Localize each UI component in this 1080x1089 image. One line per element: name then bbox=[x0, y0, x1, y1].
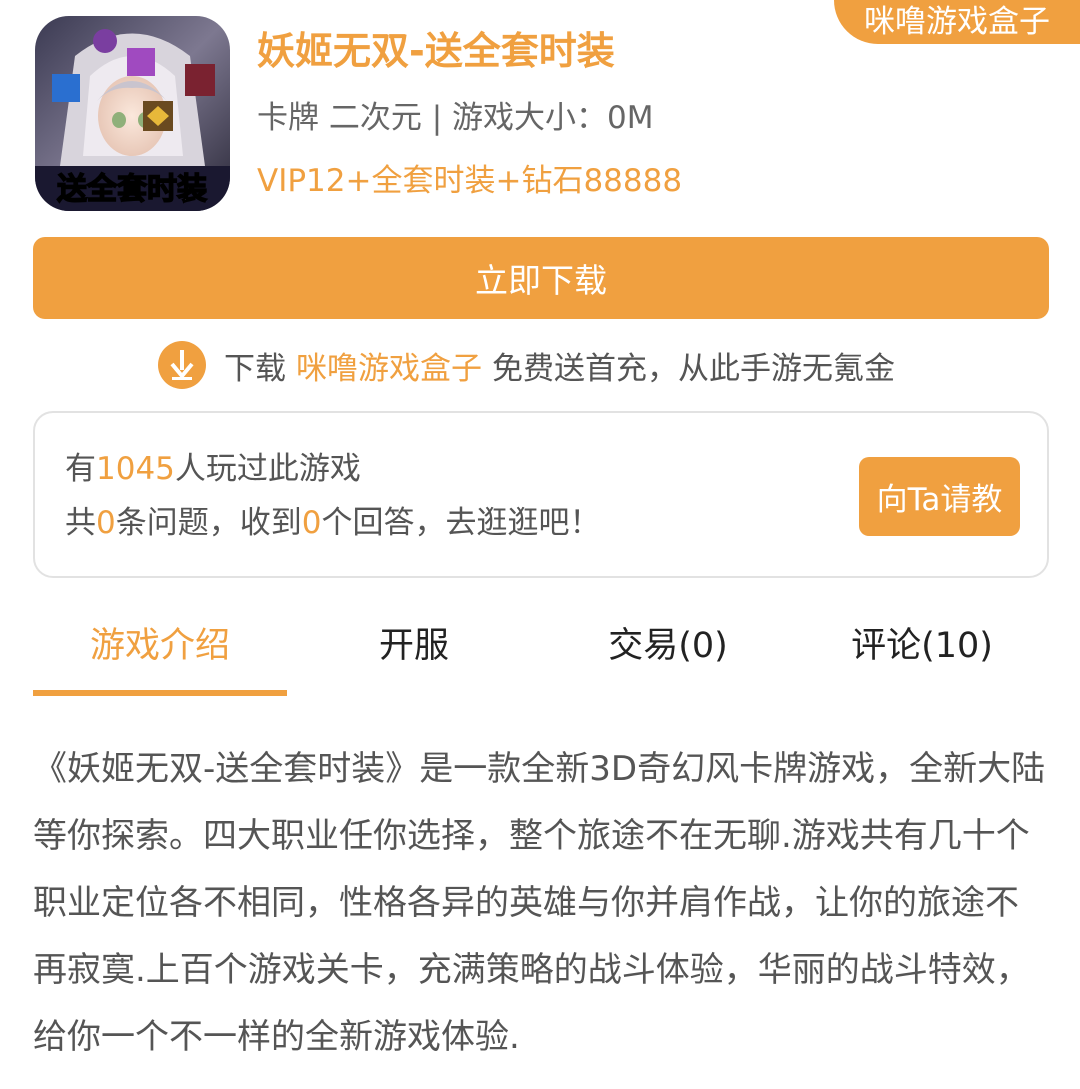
download-button-label: 立即下载 bbox=[475, 261, 607, 300]
players-suffix: 人玩过此游戏 bbox=[174, 451, 361, 487]
questions-count: 0 bbox=[96, 505, 116, 541]
players-line: 有1045人玩过此游戏 bbox=[65, 449, 361, 489]
download-button[interactable]: 立即下载 bbox=[33, 237, 1049, 319]
ask-button-label: 向Ta请教 bbox=[876, 482, 1003, 518]
game-title: 妖姬无双-送全套时装 bbox=[257, 29, 615, 73]
game-box-badge-label: 咪噜游戏盒子 bbox=[864, 4, 1050, 40]
questions-prefix: 共 bbox=[65, 505, 96, 541]
game-box-badge[interactable]: 咪噜游戏盒子 bbox=[834, 0, 1080, 44]
players-count: 1045 bbox=[96, 451, 175, 487]
game-app-icon: 送全套时装 bbox=[35, 16, 230, 211]
ask-button[interactable]: 向Ta请教 bbox=[859, 457, 1020, 536]
tab-bar: 游戏介绍 开服 交易(0) 评论(10) bbox=[33, 608, 1049, 698]
game-intro-text: 《妖姬无双-送全套时装》是一款全新3D奇幻风卡牌游戏，全新大陆等你探索。四大职业… bbox=[33, 749, 1046, 1057]
game-meta: 卡牌 二次元 | 游戏大小：0M bbox=[257, 100, 654, 136]
qa-card: 有1045人玩过此游戏 共0条问题，收到0个回答，去逛逛吧！ 向Ta请教 bbox=[33, 411, 1049, 578]
tab-comments[interactable]: 评论(10) bbox=[795, 624, 1049, 668]
icon-caption: 送全套时装 bbox=[57, 172, 207, 207]
tab-server[interactable]: 开服 bbox=[287, 624, 541, 668]
tab-game-intro[interactable]: 游戏介绍 bbox=[33, 624, 287, 668]
tip-prefix: 下载 bbox=[224, 350, 286, 387]
tip-suffix: 免费送首充，从此手游无氪金 bbox=[492, 350, 895, 387]
players-prefix: 有 bbox=[65, 451, 96, 487]
game-promo: VIP12+全套时装+钻石88888 bbox=[257, 163, 683, 199]
tab-trade[interactable]: 交易(0) bbox=[541, 624, 795, 668]
game-detail-page: 咪噜游戏盒子 送全套时装 妖姬无双-送全套时装 卡牌 二次元 | 游戏大小：0M… bbox=[0, 0, 1080, 1089]
tip-box-link[interactable]: 咪噜游戏盒子 bbox=[296, 343, 482, 388]
questions-suffix: 个回答，去逛逛吧！ bbox=[321, 505, 601, 541]
questions-middle: 条问题，收到 bbox=[115, 505, 302, 541]
download-arrow-icon bbox=[158, 341, 206, 389]
active-tab-indicator bbox=[33, 690, 287, 696]
answers-count: 0 bbox=[301, 505, 322, 541]
download-tip: 下载 咪噜游戏盒子 免费送首充，从此手游无氪金 bbox=[158, 340, 895, 390]
questions-line: 共0条问题，收到0个回答，去逛逛吧！ bbox=[65, 503, 600, 543]
